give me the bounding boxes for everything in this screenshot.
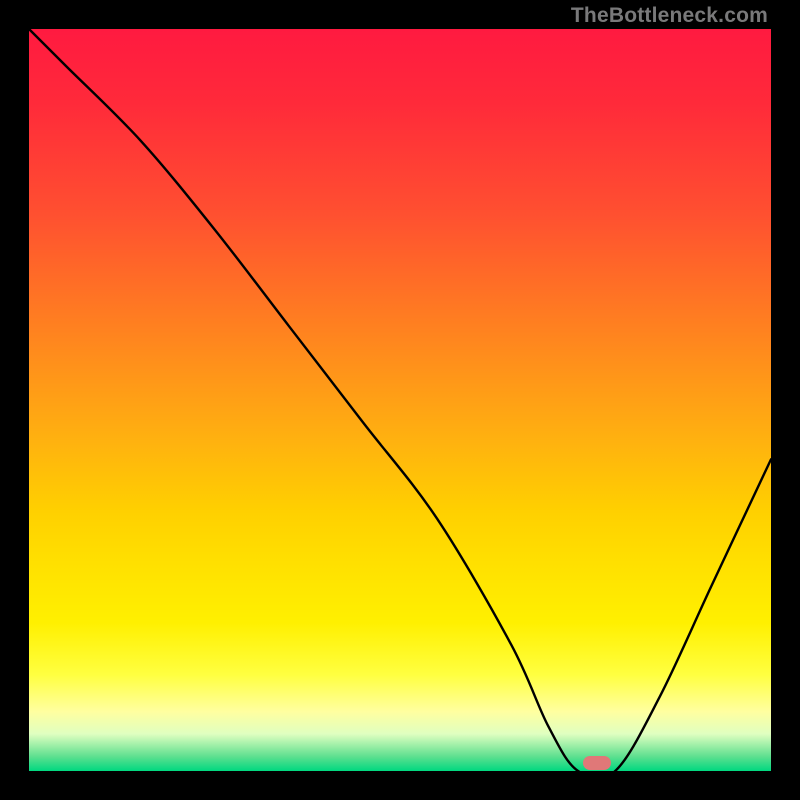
watermark-text: TheBottleneck.com — [571, 4, 768, 28]
plot-area — [29, 29, 771, 771]
bottleneck-curve — [29, 29, 771, 771]
optimal-marker — [583, 756, 611, 770]
chart-container: TheBottleneck.com — [0, 0, 800, 800]
